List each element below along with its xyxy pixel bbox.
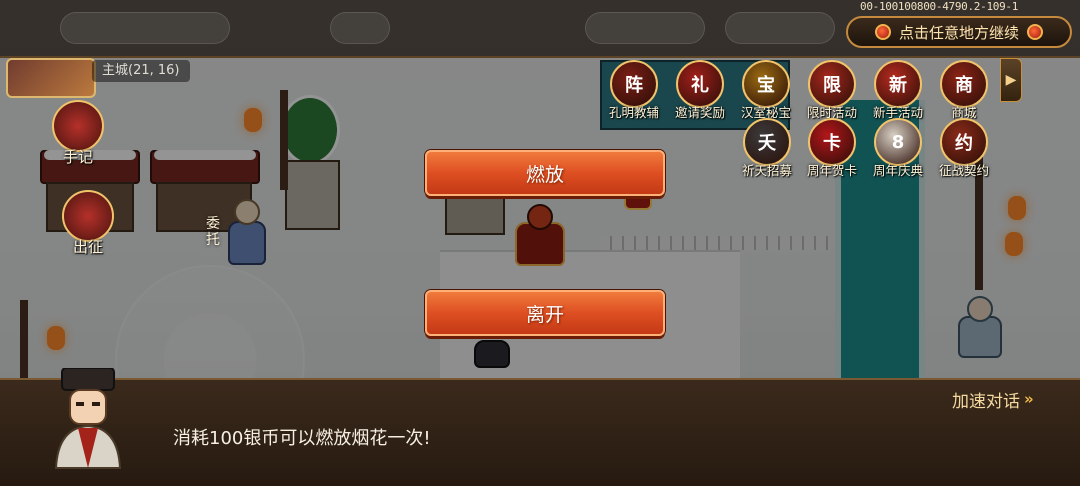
snow-tree: [280, 95, 340, 165]
version-string: 00-100100800-4790.2-109-1: [860, 0, 1019, 13]
activity-label: 祈天招募: [741, 163, 792, 178]
expand-arrow-icon[interactable]: ▶: [1000, 58, 1022, 102]
general-npc[interactable]: [950, 292, 1010, 362]
activity-button[interactable]: 宝汉室秘宝: [734, 60, 798, 126]
faded-mail-icon: [330, 12, 390, 44]
continue-button[interactable]: 点击任意地方继续: [846, 16, 1072, 48]
activity-button[interactable]: 限限时活动: [800, 60, 864, 126]
lamp-post: [20, 300, 28, 390]
notebook-button[interactable]: 手记: [44, 100, 112, 167]
double-chevron-right-icon: »: [1024, 390, 1034, 408]
advisor-portrait: [48, 367, 128, 478]
activity-button[interactable]: 礼邀请奖励: [668, 60, 732, 126]
guard-npc[interactable]: [470, 330, 514, 370]
faded-currency: [725, 12, 835, 44]
fireworks-button[interactable]: 燃放: [425, 150, 665, 196]
game-logo: [6, 58, 96, 98]
activity-icon: 商: [940, 60, 988, 108]
fence: [600, 236, 830, 250]
faded-currency: [585, 12, 705, 44]
activity-icon: 阵: [610, 60, 658, 108]
expedition-button[interactable]: 出征: [54, 190, 122, 257]
dialog-text: 消耗100银币可以燃放烟花一次!: [173, 428, 431, 449]
activity-icon: 8: [874, 118, 922, 166]
elder-npc[interactable]: [222, 195, 272, 270]
lantern: [1008, 196, 1026, 220]
activity-icon: 礼: [676, 60, 724, 108]
speed-up-label: 加速对话: [952, 391, 1020, 412]
activity-icon: 新: [874, 60, 922, 108]
lantern: [244, 108, 262, 132]
activity-icon: 宝: [742, 60, 790, 108]
map-location: 主城(21, 16): [92, 60, 190, 82]
activity-button[interactable]: 商商城: [932, 60, 996, 126]
activity-icon: 夭: [743, 118, 791, 166]
notebook-label: 手记: [62, 148, 93, 166]
activity-button[interactable]: 约征战契约: [932, 118, 996, 184]
activity-icon: 限: [808, 60, 856, 108]
banner-icon: [62, 190, 114, 242]
faded-player-info: [60, 12, 230, 44]
continue-label: 点击任意地方继续: [898, 23, 1019, 42]
lantern: [47, 326, 65, 350]
activity-label: 周年贺卡: [806, 163, 857, 178]
activity-label: 征战契约: [938, 163, 989, 178]
activity-label: 周年庆典: [872, 163, 923, 178]
dialog-panel[interactable]: [0, 378, 1080, 486]
leave-button[interactable]: 离开: [425, 290, 665, 336]
red-gem-icon: [874, 24, 891, 40]
lamp-post: [280, 90, 288, 190]
activity-button[interactable]: 新新手活动: [866, 60, 930, 126]
expedition-label: 出征: [72, 238, 103, 256]
speed-up-dialog-button[interactable]: 加速对话 »: [952, 388, 1034, 412]
stone-lion: [285, 160, 340, 230]
activity-button[interactable]: 夭祈天招募: [735, 118, 799, 184]
activity-label: 邀请奖励: [674, 105, 725, 120]
snow-cap: [154, 150, 256, 160]
scroll-icon: [52, 100, 104, 152]
stone-lion-right: [445, 190, 505, 235]
npc-label: 委托: [206, 216, 220, 248]
activity-icon: 约: [940, 118, 988, 166]
red-gem-icon: [1027, 24, 1043, 40]
activity-button[interactable]: 8 周年庆典: [866, 118, 930, 184]
activity-button[interactable]: 卡周年贺卡: [800, 118, 864, 184]
activity-icon: 卡: [808, 118, 856, 166]
player-character[interactable]: [505, 200, 575, 270]
activity-label: 孔明教辅: [608, 105, 659, 120]
activity-button[interactable]: 阵孔明教辅: [602, 60, 666, 126]
lantern: [1005, 232, 1023, 256]
